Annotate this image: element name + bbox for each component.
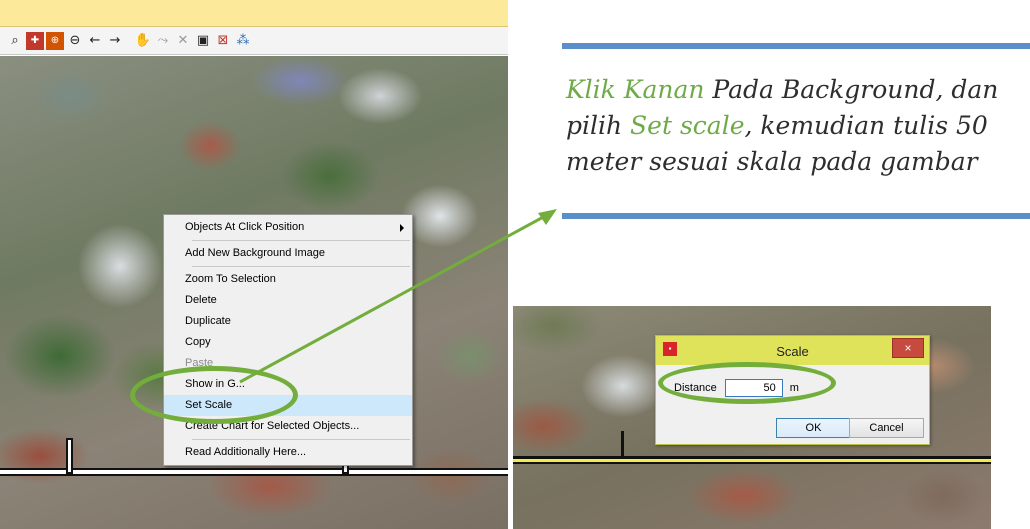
cancel-button[interactable]: Cancel	[849, 418, 924, 438]
road-vertical	[621, 431, 624, 459]
route-icon[interactable]: ⤳	[154, 32, 172, 50]
camera-icon[interactable]: ▣	[194, 32, 212, 50]
road-line-dark	[513, 462, 991, 464]
menu-item-label: Objects At Click Position	[185, 221, 305, 233]
menu-separator	[192, 266, 410, 267]
right-screenshot: ▪ Scale × Distance 50 m OK Cancel	[513, 306, 991, 529]
road-vertical-left	[66, 438, 73, 474]
highlight-ellipse-set-scale	[130, 366, 298, 424]
left-screenshot: ⌕ ✚ ⊕ ⊖ ← → ✋ ⤳ ✕ ▣ ⊠ ⁂ Objects At Click…	[0, 0, 508, 529]
menu-item-read-additionally[interactable]: Read Additionally Here...	[164, 442, 412, 463]
menu-item-delete[interactable]: Delete	[164, 290, 412, 311]
menu-separator	[192, 439, 410, 440]
zoom-out-icon[interactable]: ⊖	[66, 32, 84, 50]
toolbar: ⌕ ✚ ⊕ ⊖ ← → ✋ ⤳ ✕ ▣ ⊠ ⁂	[0, 27, 508, 55]
zoom-extent-icon[interactable]: ✚	[26, 31, 44, 50]
road-horizontal	[0, 468, 508, 476]
zoom-in-icon[interactable]: ⊕	[46, 31, 64, 50]
dialog-title-bar[interactable]: ▪ Scale ×	[656, 336, 929, 365]
context-menu: Objects At Click Position Add New Backgr…	[163, 214, 413, 466]
menu-item-add-background[interactable]: Add New Background Image	[164, 243, 412, 264]
menu-item-copy[interactable]: Copy	[164, 332, 412, 353]
dialog-title: Scale	[776, 344, 809, 359]
instruction-text: Klik Kanan Pada Background, dan pilih Se…	[566, 72, 1026, 180]
menu-item-duplicate[interactable]: Duplicate	[164, 311, 412, 332]
back-arrow-icon[interactable]: ←	[86, 32, 104, 50]
instruction-accent-set-scale: Set scale	[630, 111, 745, 140]
network-icon[interactable]: ⁂	[234, 32, 252, 50]
instruction-accent-right-click: Klik Kanan	[566, 75, 705, 104]
close-button[interactable]: ×	[892, 338, 924, 358]
menu-separator	[192, 240, 410, 241]
forward-arrow-icon[interactable]: →	[106, 32, 124, 50]
ok-button[interactable]: OK	[776, 418, 851, 438]
window-title-bar	[0, 0, 508, 27]
delete-route-icon[interactable]: ✕	[174, 32, 192, 50]
pan-hand-icon[interactable]: ✋	[134, 32, 152, 50]
menu-item-zoom-to-selection[interactable]: Zoom To Selection	[164, 269, 412, 290]
highlight-ellipse-distance	[658, 362, 836, 404]
zoom-fit-icon[interactable]: ⌕	[6, 32, 24, 50]
arrow-head-icon	[538, 209, 557, 225]
menu-item-objects-at-click[interactable]: Objects At Click Position	[164, 217, 412, 238]
submenu-arrow-icon	[400, 224, 404, 232]
blue-rule-bottom	[562, 213, 1030, 219]
blue-rule-top	[562, 43, 1030, 49]
remove-objects-icon[interactable]: ⊠	[214, 32, 232, 50]
